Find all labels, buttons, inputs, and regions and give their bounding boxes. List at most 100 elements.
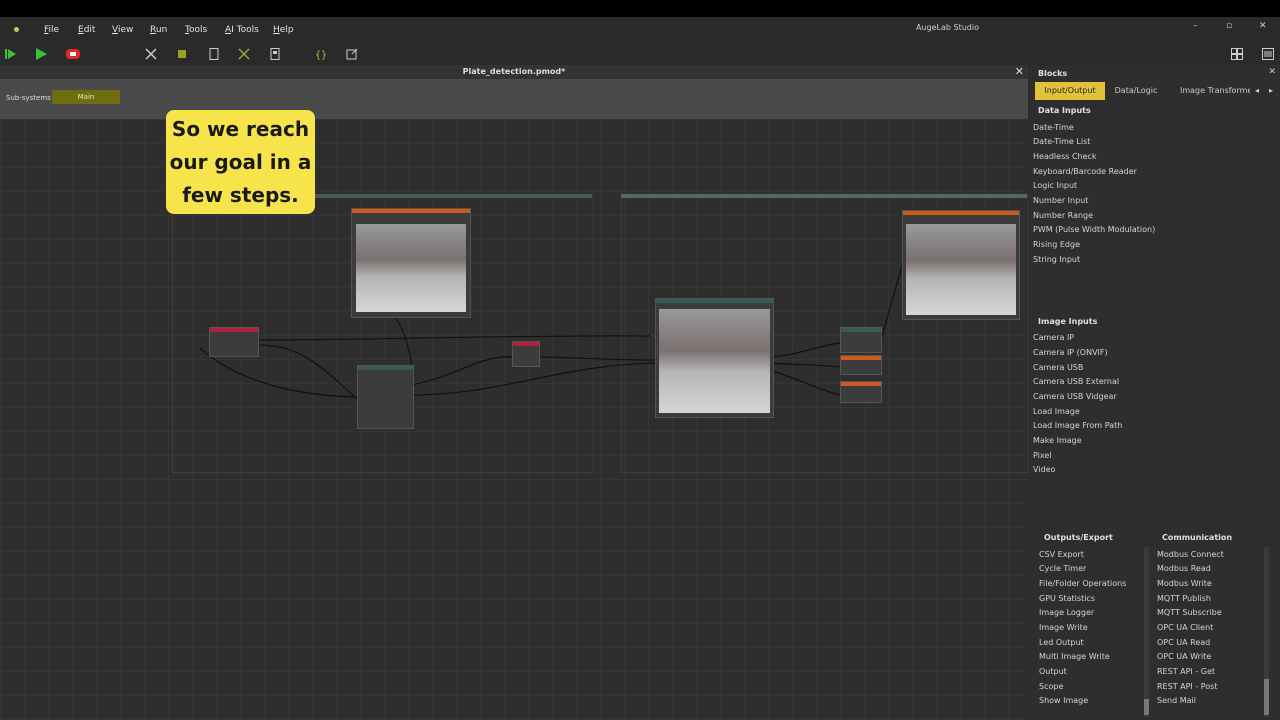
list-item[interactable]: Number Input xyxy=(1033,196,1088,205)
tab-scroll-left-icon[interactable]: ◂ xyxy=(1252,82,1262,100)
outputs-scrollbar-thumb[interactable] xyxy=(1144,699,1149,715)
node-show-image-1[interactable] xyxy=(351,208,471,318)
list-item[interactable]: Modbus Read xyxy=(1157,564,1211,573)
menu-help[interactable]: Help xyxy=(273,25,294,35)
page-icon[interactable] xyxy=(207,47,221,61)
list-item[interactable]: Pixel xyxy=(1033,451,1052,460)
list-item[interactable]: Load Image From Path xyxy=(1033,421,1122,430)
list-item[interactable]: Modbus Write xyxy=(1157,579,1212,588)
list-item[interactable]: Camera USB Vidgear xyxy=(1033,392,1117,401)
tab-input-output[interactable]: Input/Output xyxy=(1035,82,1105,100)
list-item[interactable]: Camera IP (ONVIF) xyxy=(1033,348,1108,357)
list-item[interactable]: Camera USB xyxy=(1033,363,1083,372)
caption-line-3: few steps. xyxy=(182,183,299,207)
node-show-image-2[interactable] xyxy=(655,298,774,418)
caption-line-1: So we reach xyxy=(171,117,310,141)
list-item[interactable]: Date-Time xyxy=(1033,123,1074,132)
stop-icon[interactable] xyxy=(66,47,80,61)
list-item[interactable]: Make Image xyxy=(1033,436,1082,445)
node-crop-header xyxy=(513,342,539,346)
cut-icon[interactable] xyxy=(237,47,251,61)
node-object-detection[interactable] xyxy=(357,365,414,429)
list-item[interactable]: OPC UA Client xyxy=(1157,623,1213,632)
step-run-icon[interactable] xyxy=(4,47,18,61)
title-bar-strip xyxy=(0,0,1280,17)
list-item[interactable]: Load Image xyxy=(1033,407,1080,416)
list-item[interactable]: OPC UA Read xyxy=(1157,638,1210,647)
list-item[interactable]: Date-Time List xyxy=(1033,137,1090,146)
minimize-button[interactable]: – xyxy=(1193,21,1198,31)
list-item[interactable]: Logic Input xyxy=(1033,181,1077,190)
canvas-area[interactable]: Plate_detection.pmod* ✕ Sub-systems Main xyxy=(0,65,1029,720)
tab-scroll-right-icon[interactable]: ▸ xyxy=(1266,82,1276,100)
copy-icon[interactable] xyxy=(268,47,282,61)
list-item[interactable]: Headless Check xyxy=(1033,152,1097,161)
list-item[interactable]: Camera USB External xyxy=(1033,377,1119,386)
node-ocr[interactable] xyxy=(840,327,882,353)
communication-title: Communication xyxy=(1162,533,1233,542)
data-inputs-title: Data Inputs xyxy=(1038,106,1091,115)
export-icon[interactable] xyxy=(345,47,359,61)
node-show-image-2-header xyxy=(656,299,773,303)
block-icon[interactable] xyxy=(175,47,189,61)
layout-grid-icon[interactable] xyxy=(1230,47,1244,61)
list-item[interactable]: File/Folder Operations xyxy=(1039,579,1126,588)
list-item[interactable]: REST API - Post xyxy=(1157,682,1218,691)
node-start[interactable] xyxy=(209,327,259,357)
list-item[interactable]: Image Logger xyxy=(1039,608,1094,617)
blocks-panel-title: Blocks xyxy=(1038,69,1068,78)
list-item[interactable]: Show Image xyxy=(1039,696,1088,705)
caption-line-2: our goal in a xyxy=(169,150,312,174)
menu-edit[interactable]: Edit xyxy=(78,25,95,35)
node-show-image-3[interactable] xyxy=(902,210,1020,320)
list-item[interactable]: Scope xyxy=(1039,682,1063,691)
code-braces-icon[interactable]: {} xyxy=(314,47,328,61)
list-item[interactable]: Send Mail xyxy=(1157,696,1196,705)
list-item[interactable]: MQTT Publish xyxy=(1157,594,1211,603)
outputs-scrollbar[interactable] xyxy=(1144,547,1149,717)
list-item[interactable]: GPU Statistics xyxy=(1039,594,1095,603)
list-item[interactable]: REST API - Get xyxy=(1157,667,1215,676)
node-ocr-header xyxy=(841,328,881,332)
list-item[interactable]: CSV Export xyxy=(1039,550,1084,559)
list-item[interactable]: Camera IP xyxy=(1033,333,1074,342)
list-view-icon[interactable] xyxy=(1261,47,1275,61)
menu-view[interactable]: View xyxy=(112,25,133,35)
preview-image-2 xyxy=(659,309,770,413)
list-item[interactable]: Number Range xyxy=(1033,211,1093,220)
list-item[interactable]: OPC UA Write xyxy=(1157,652,1211,661)
list-item[interactable]: PWM (Pulse Width Modulation) xyxy=(1033,225,1155,234)
menu-tools[interactable]: Tools xyxy=(185,25,207,35)
image-inputs-title: Image Inputs xyxy=(1038,317,1098,326)
close-panel-icon[interactable]: ✕ xyxy=(1268,67,1276,77)
list-item[interactable]: Video xyxy=(1033,465,1055,474)
list-item[interactable]: Multi Image Write xyxy=(1039,652,1110,661)
list-item[interactable]: Output xyxy=(1039,667,1067,676)
list-item[interactable]: String Input xyxy=(1033,255,1080,264)
menu-ai-tools[interactable]: AI Tools xyxy=(225,25,259,35)
node-start-header xyxy=(210,328,258,332)
menu-run[interactable]: Run xyxy=(150,25,167,35)
close-window-button[interactable]: ✕ xyxy=(1259,21,1267,31)
node-object-detection-header xyxy=(358,366,413,370)
list-item[interactable]: Modbus Connect xyxy=(1157,550,1224,559)
node-output[interactable] xyxy=(840,355,882,375)
restore-button[interactable]: ▫ xyxy=(1226,21,1232,31)
menu-file[interactable]: File xyxy=(44,25,59,35)
window-title: AugeLab Studio xyxy=(916,23,980,32)
fit-view-icon[interactable] xyxy=(144,47,158,61)
tab-image-transform[interactable]: Image Transformen xyxy=(1180,82,1250,100)
list-item[interactable]: Rising Edge xyxy=(1033,240,1080,249)
node-string[interactable] xyxy=(840,381,882,403)
list-item[interactable]: Led Output xyxy=(1039,638,1084,647)
outputs-export-title: Outputs/Export xyxy=(1044,533,1113,542)
node-crop[interactable] xyxy=(512,341,540,367)
list-item[interactable]: MQTT Subscribe xyxy=(1157,608,1222,617)
communication-scrollbar-thumb[interactable] xyxy=(1264,679,1269,715)
list-item[interactable]: Image Write xyxy=(1039,623,1088,632)
list-item[interactable]: Cycle Timer xyxy=(1039,564,1086,573)
node-output-header xyxy=(841,356,881,360)
tab-data-logic[interactable]: Data/Logic xyxy=(1110,82,1162,100)
play-icon[interactable] xyxy=(34,47,48,61)
list-item[interactable]: Keyboard/Barcode Reader xyxy=(1033,167,1137,176)
